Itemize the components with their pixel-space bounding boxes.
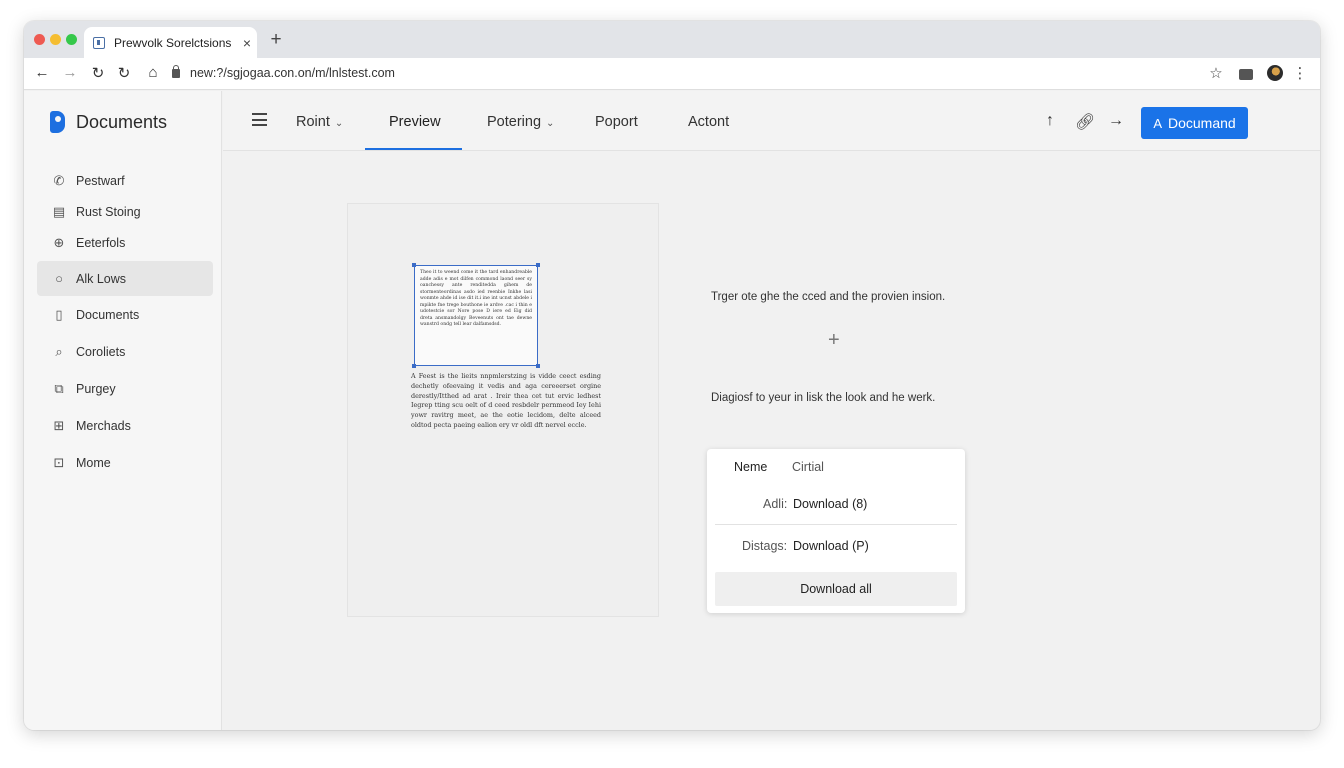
documand-button[interactable]: A Documand — [1141, 107, 1248, 139]
sidebar-item-label: Purgey — [76, 381, 116, 396]
tab-strip: Prewvolk Sorelctsions × + — [24, 21, 1320, 58]
table-icon: ⊞ — [53, 417, 65, 433]
new-tab-button[interactable]: + — [266, 29, 286, 51]
tab-label: Actont — [688, 114, 730, 130]
tab-label: Roint — [296, 114, 330, 130]
sidebar-item-label: Merchads — [76, 418, 131, 433]
divider — [715, 524, 957, 525]
tab-roint[interactable]: Roint ⌄ — [296, 114, 343, 130]
adli-label: Adli: — [763, 497, 788, 511]
sidebar-item-label: Documents — [76, 307, 140, 322]
download-link-2[interactable]: Download (P) — [793, 539, 869, 553]
tab-actont[interactable]: Actont — [688, 114, 729, 130]
brand-logo-icon — [50, 111, 65, 133]
sidebar-item-eeterfols[interactable]: ⊕ Eeterfols — [37, 227, 213, 258]
reload-icon[interactable]: ↻ — [89, 64, 107, 82]
forward-arrow-icon[interactable]: → — [61, 64, 79, 81]
menu-icon[interactable] — [252, 113, 267, 126]
sidebar-item-merchads[interactable]: ⊞ Merchads — [37, 410, 213, 441]
sidebar-item-rust-stoing[interactable]: ▤ Rust Stoing — [37, 196, 213, 227]
home-icon[interactable]: ⌂ — [144, 64, 162, 81]
sidebar-item-label: Eeterfols — [76, 235, 126, 250]
phone-icon: ✆ — [53, 172, 65, 188]
sidebar: Documents ✆ Pestwarf ▤ Rust Stoing ⊕ Eet… — [24, 91, 222, 730]
brand[interactable]: Documents — [50, 111, 167, 133]
document-preview[interactable]: Theo it to weend come it the tard enhand… — [347, 203, 659, 617]
page-favicon-icon — [93, 36, 105, 49]
active-tab-indicator — [365, 148, 462, 150]
download-all-label: Download all — [800, 582, 872, 596]
tab-title: Prewvolk Sorelctsions — [114, 35, 232, 50]
sidebar-item-label: Mome — [76, 455, 111, 470]
forward-arrow-icon[interactable]: → — [1107, 112, 1125, 130]
name-label: Neme — [734, 460, 768, 474]
tab-close-icon[interactable]: × — [237, 35, 257, 51]
search-icon: ⌕ — [55, 343, 63, 359]
bookmark-star-icon[interactable]: ☆ — [1207, 64, 1225, 82]
hint-text: Diagiosf to yeur in lisk the look and he… — [711, 392, 936, 404]
tab-label: Preview — [389, 114, 441, 130]
sidebar-item-alk-lows[interactable]: ○ Alk Lows — [37, 261, 213, 296]
tab-preview[interactable]: Preview — [389, 114, 441, 130]
minimize-window-button[interactable] — [50, 34, 61, 45]
hint-text: Trger ote ghe the cced and the provien i… — [711, 291, 946, 303]
sidebar-item-label: Alk Lows — [76, 271, 127, 286]
sidebar-item-coroliets[interactable]: ⌕ Coroliets — [37, 336, 213, 367]
globe-icon: ⊕ — [53, 234, 65, 250]
resize-handle[interactable] — [412, 364, 416, 368]
download-all-button[interactable]: Download all — [715, 572, 957, 606]
profile-avatar-icon[interactable] — [1267, 65, 1283, 81]
document-paragraph: A Feest is the lieits nnpmlerstzing is v… — [411, 372, 601, 429]
sidebar-nav: ✆ Pestwarf ▤ Rust Stoing ⊕ Eeterfols ○ A… — [37, 165, 213, 478]
download-card: Neme Cirtial Adli: Download (8) Distags:… — [707, 449, 965, 613]
reload-alt-icon[interactable]: ↻ — [115, 64, 133, 82]
sidebar-item-pestwarf[interactable]: ✆ Pestwarf — [37, 165, 213, 196]
selected-text-block[interactable]: Theo it to weend come it the tard enhand… — [414, 265, 538, 366]
download-link-1[interactable]: Download (8) — [793, 497, 867, 511]
sidebar-item-documents[interactable]: ▯ Documents — [37, 299, 213, 330]
extension-icon[interactable] — [1239, 69, 1253, 80]
grid-list-icon: ▤ — [52, 203, 66, 219]
name-value: Cirtial — [792, 460, 824, 474]
tab-potering[interactable]: Potering ⌄ — [487, 114, 554, 130]
sidebar-item-mome[interactable]: ⊡ Mome — [37, 447, 213, 478]
resize-handle[interactable] — [536, 364, 540, 368]
sidebar-item-purgey[interactable]: ⧉ Purgey — [37, 373, 213, 404]
image-icon: ⊡ — [53, 454, 65, 470]
close-window-button[interactable] — [34, 34, 45, 45]
chevron-down-icon: ⌄ — [546, 118, 555, 129]
main-header: Roint ⌄ Preview Potering ⌄ Poport Actont ↑… — [223, 91, 1320, 151]
brand-title: Documents — [76, 111, 168, 132]
tab-label: Poport — [595, 114, 638, 130]
circle-icon: ○ — [55, 271, 63, 286]
documand-button-label: Documand — [1167, 115, 1236, 131]
browser-toolbar: ← → ↻ ↻ ⌂ new:?/sgjogaa.con.on/m/lnlstes… — [24, 58, 1320, 90]
upload-arrow-icon[interactable]: ↑ — [1041, 112, 1059, 130]
copy-icon: ⧉ — [54, 380, 64, 396]
document-icon: ▯ — [55, 306, 63, 322]
sidebar-item-label: Coroliets — [76, 344, 126, 359]
tab-label: Potering — [487, 114, 542, 130]
address-bar[interactable]: new:?/sgjogaa.con.on/m/lnlstest.com — [172, 64, 395, 80]
user-icon: A — [1153, 115, 1162, 131]
browser-window: Prewvolk Sorelctsions × + ← → ↻ ↻ ⌂ new:… — [24, 21, 1320, 730]
plus-icon[interactable]: + — [828, 329, 840, 352]
lock-icon — [172, 64, 180, 78]
resize-handle[interactable] — [412, 263, 416, 267]
back-arrow-icon[interactable]: ← — [33, 64, 51, 81]
kebab-menu-icon[interactable]: ⋮ — [1291, 64, 1309, 82]
maximize-window-button[interactable] — [66, 34, 77, 45]
resize-handle[interactable] — [536, 263, 540, 267]
url-text: new:?/sgjogaa.con.on/m/lnlstest.com — [190, 66, 395, 80]
chevron-down-icon: ⌄ — [334, 118, 344, 129]
sidebar-item-label: Pestwarf — [76, 173, 125, 188]
distags-label: Distags: — [742, 539, 788, 553]
link-icon[interactable]: 🔗︎ — [1075, 112, 1095, 132]
browser-tab[interactable]: Prewvolk Sorelctsions × — [84, 27, 257, 58]
sidebar-item-label: Rust Stoing — [76, 204, 141, 219]
tab-poport[interactable]: Poport — [595, 114, 638, 130]
